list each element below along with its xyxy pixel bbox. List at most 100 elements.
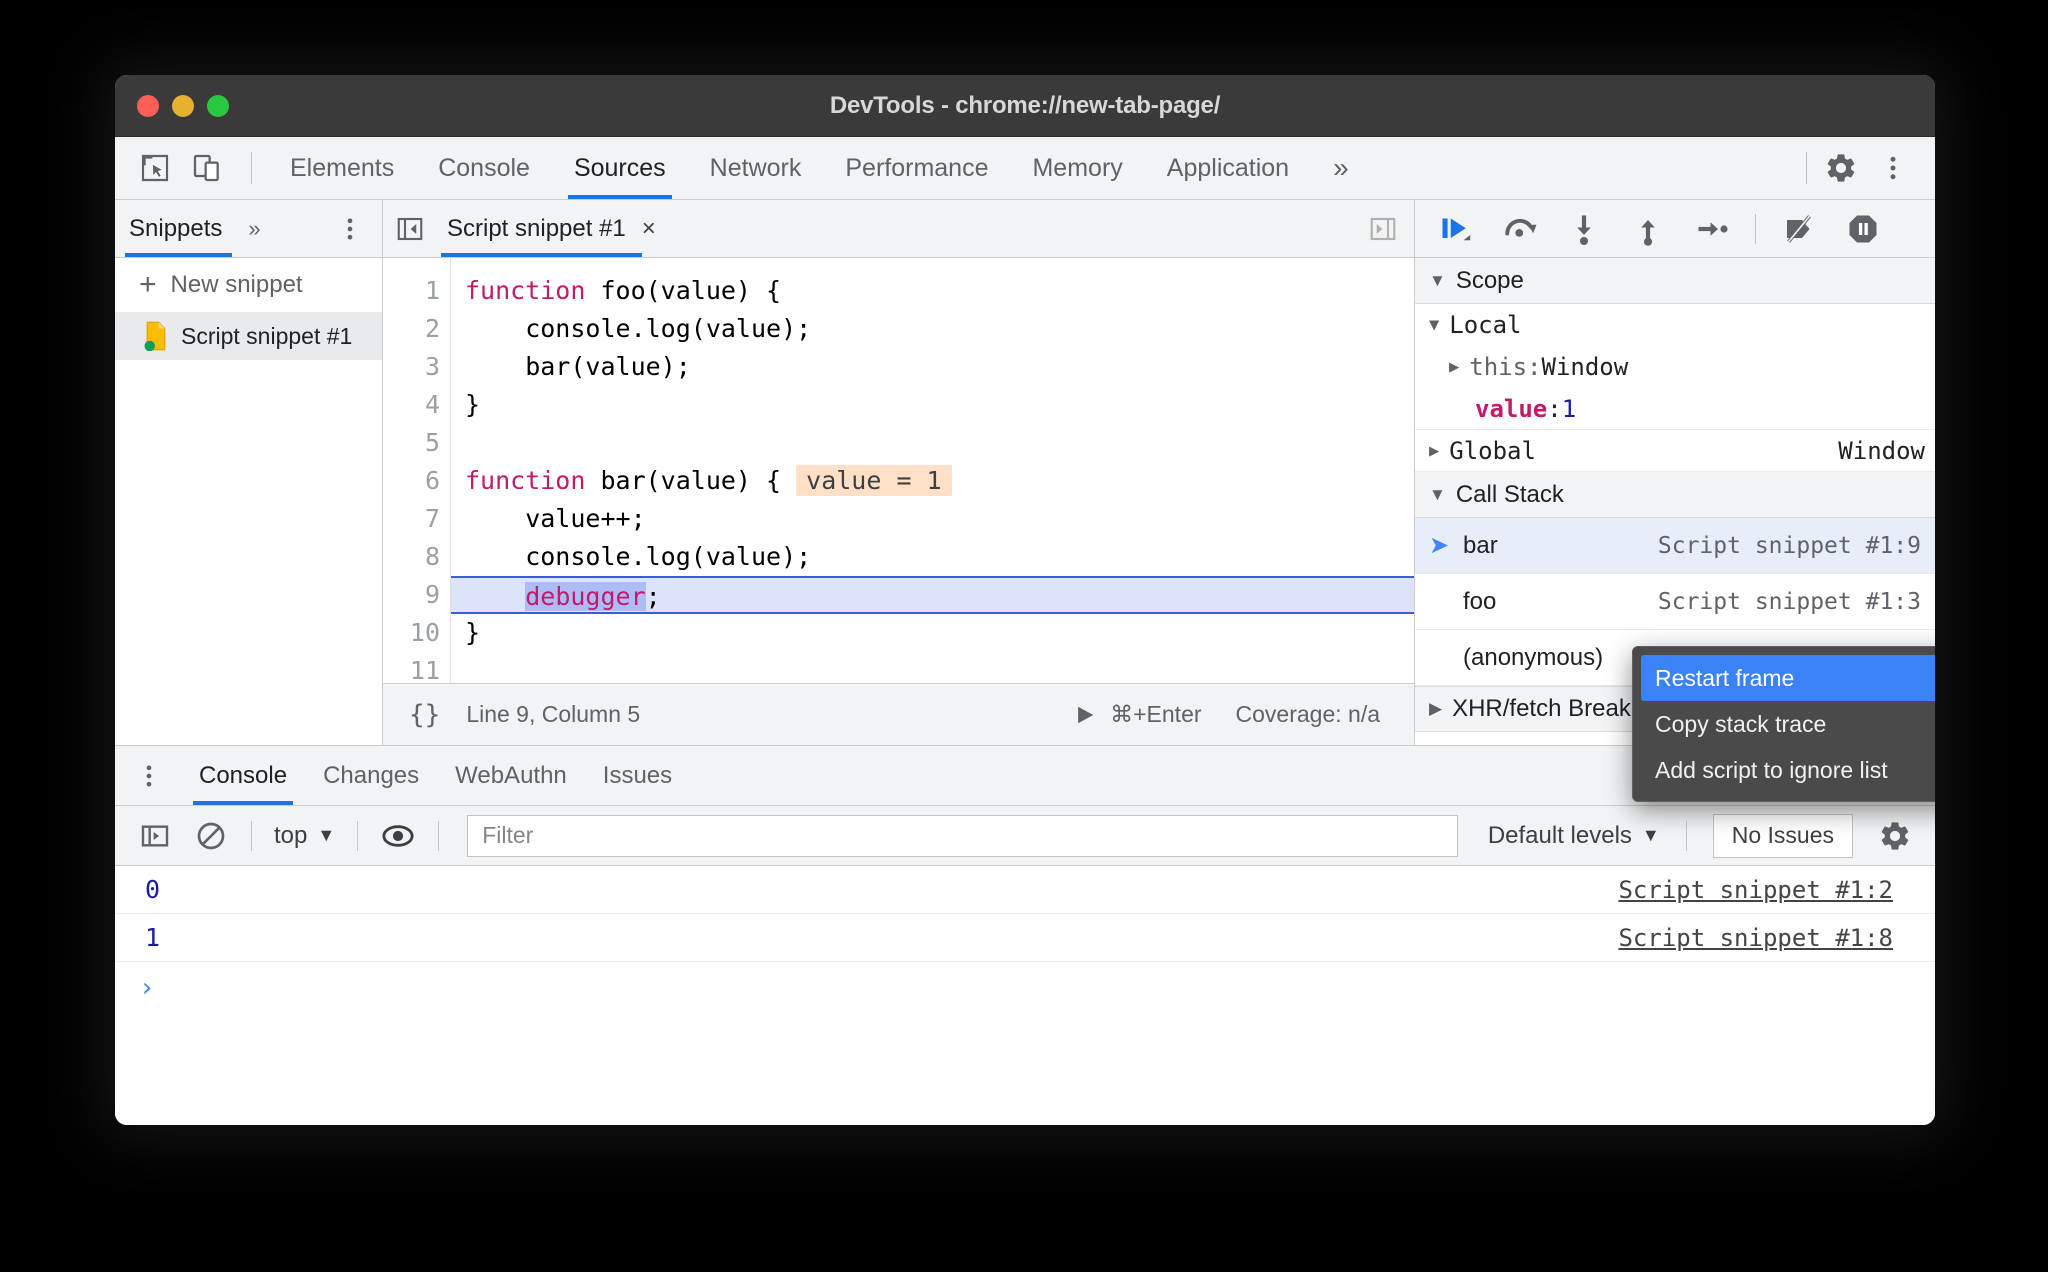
chevron-down-icon: ▼ <box>1429 270 1446 290</box>
tab-elements[interactable]: Elements <box>268 137 416 199</box>
new-snippet-button[interactable]: + New snippet <box>115 258 382 312</box>
console-message-text: 1 <box>145 923 161 952</box>
code-line[interactable]: console.log(value); <box>465 538 1414 576</box>
step-into-next-function-call-icon[interactable] <box>1557 206 1611 252</box>
close-window-button[interactable] <box>137 94 159 117</box>
drawer-tab-issues[interactable]: Issues <box>585 746 690 805</box>
minimize-window-button[interactable] <box>172 94 194 117</box>
scope-property-this[interactable]: ▶ this : Window <box>1415 346 1935 388</box>
tab-console[interactable]: Console <box>416 137 552 199</box>
code-content[interactable]: function foo(value) { console.log(value)… <box>451 258 1414 683</box>
console-toolbar: top ▼ Default levels ▼ <box>115 806 1935 866</box>
code-line[interactable]: } <box>465 386 1414 424</box>
navigator-menu-icon[interactable] <box>336 215 382 243</box>
menu-item-add-script-to-ignore-list[interactable]: Add script to ignore list <box>1641 747 1935 793</box>
run-snippet-button[interactable]: ⌘+Enter <box>1074 701 1202 728</box>
chevron-down-icon: ▼ <box>1429 315 1440 335</box>
inspect-element-icon[interactable] <box>131 146 179 190</box>
drawer-tab-console[interactable]: Console <box>181 746 305 805</box>
clear-console-icon[interactable] <box>187 814 235 858</box>
editor-tabbar: Script snippet #1 × <box>383 200 1414 258</box>
tab-sources[interactable]: Sources <box>552 137 688 199</box>
drawer-tab-changes[interactable]: Changes <box>305 746 437 805</box>
snippet-item-label: Script snippet #1 <box>181 322 353 349</box>
screenshot-root: DevTools - chrome://new-tab-page/ Elemen… <box>0 0 2048 1272</box>
more-panels-icon[interactable]: » <box>1311 137 1371 199</box>
call-stack-frame-name: (anonymous) <box>1463 643 1604 671</box>
gear-icon[interactable] <box>1871 814 1919 858</box>
chevron-down-icon: ▼ <box>1641 825 1660 845</box>
step-over-next-function-call-icon[interactable] <box>1493 206 1547 252</box>
menu-item-copy-stack-trace[interactable]: Copy stack trace <box>1641 701 1935 747</box>
code-line[interactable]: function foo(value) { <box>465 272 1414 310</box>
devtools-main-toolbar: Elements Console Sources Network Perform… <box>115 137 1935 200</box>
cursor-position: Line 9, Column 5 <box>466 701 641 727</box>
tab-network[interactable]: Network <box>688 137 824 199</box>
code-line[interactable] <box>465 424 1414 462</box>
live-expression-icon[interactable] <box>374 814 422 858</box>
scope-property-value: 1 <box>1561 394 1577 423</box>
scope-property-name: value <box>1475 394 1548 423</box>
console-message: 1 Script snippet #1:8 <box>115 914 1935 962</box>
expand-right-icon[interactable] <box>1368 214 1414 244</box>
navigator-more-tabs-icon[interactable]: » <box>238 216 270 242</box>
step-out-of-current-function-icon[interactable] <box>1621 206 1675 252</box>
tab-performance[interactable]: Performance <box>823 137 1010 199</box>
tab-application[interactable]: Application <box>1145 137 1311 199</box>
inline-value-hint: value = 1 <box>796 465 952 496</box>
line-number: 3 <box>424 352 440 381</box>
navigator-tab-snippets[interactable]: Snippets <box>115 200 236 257</box>
drawer-menu-icon[interactable] <box>131 762 181 790</box>
scope-property-value: Window <box>1541 353 1629 381</box>
console-toolbar-divider-2 <box>357 820 359 851</box>
code-editor[interactable]: 12345678910111213 function foo(value) { … <box>383 258 1414 683</box>
line-number: 1 <box>424 276 440 305</box>
drawer-tab-webauthn[interactable]: WebAuthn <box>437 746 585 805</box>
scope-group-local[interactable]: ▼ Local <box>1415 304 1935 346</box>
no-issues-button[interactable]: No Issues <box>1712 813 1853 858</box>
console-sidebar-icon[interactable] <box>131 814 179 858</box>
chevron-right-icon[interactable]: ▶ <box>1429 441 1439 461</box>
code-line-executing[interactable]: debugger; <box>451 576 1414 614</box>
code-line[interactable]: value++; <box>465 500 1414 538</box>
code-line[interactable]: function bar(value) { value = 1 <box>465 462 1414 500</box>
three-dots-vertical-icon[interactable] <box>1869 146 1917 190</box>
menu-item-restart-frame[interactable]: Restart frame <box>1641 655 1935 701</box>
list-item[interactable]: Script snippet #1 <box>115 312 382 360</box>
code-line[interactable] <box>465 652 1414 683</box>
console-toolbar-divider-4 <box>1685 820 1687 851</box>
code-line[interactable]: bar(value); <box>465 348 1414 386</box>
device-toolbar-icon[interactable] <box>183 146 231 190</box>
call-stack-context-menu: Restart frame Copy stack trace Add scrip… <box>1632 646 1935 802</box>
scope-title: Scope <box>1455 266 1524 294</box>
filter-input[interactable] <box>467 814 1458 857</box>
call-stack-frame-foo[interactable]: foo Script snippet #1:3 <box>1415 574 1935 630</box>
editor-tab-script-snippet[interactable]: Script snippet #1 × <box>437 200 664 257</box>
devtools-window: DevTools - chrome://new-tab-page/ Elemen… <box>115 75 1935 1125</box>
chevron-right-icon[interactable]: ▶ <box>1449 357 1459 377</box>
gear-icon[interactable] <box>1817 146 1865 190</box>
deactivate-breakpoints-icon[interactable] <box>1772 206 1826 252</box>
scope-group-global[interactable]: ▶ Global Window <box>1415 430 1935 472</box>
code-line[interactable]: } <box>465 614 1414 652</box>
call-stack-section-header[interactable]: ▼ Call Stack <box>1415 472 1935 518</box>
console-message-source-link[interactable]: Script snippet #1:8 <box>1618 924 1919 952</box>
execution-context-selector[interactable]: top ▼ <box>268 822 341 850</box>
close-icon[interactable]: × <box>642 215 656 243</box>
console-message-source-link[interactable]: Script snippet #1:2 <box>1618 876 1919 904</box>
chevron-down-icon: ▼ <box>1429 484 1446 504</box>
scope-section-header[interactable]: ▼ Scope <box>1415 258 1935 304</box>
code-line[interactable]: console.log(value); <box>465 310 1414 348</box>
zoom-window-button[interactable] <box>207 94 229 117</box>
resume-script-execution-icon[interactable] <box>1429 206 1483 252</box>
call-stack-frame-bar[interactable]: ➤ bar Script snippet #1:9 <box>1415 518 1935 574</box>
scope-property-value-var[interactable]: value : 1 <box>1415 388 1935 430</box>
step-icon[interactable] <box>1685 206 1739 252</box>
scope-property-sep: : <box>1547 394 1562 423</box>
pretty-print-icon[interactable]: {} <box>383 700 466 730</box>
pause-on-exceptions-icon[interactable] <box>1836 206 1890 252</box>
log-levels-selector[interactable]: Default levels ▼ <box>1478 822 1670 850</box>
console-prompt[interactable]: › <box>115 962 1935 1014</box>
collapse-left-icon[interactable] <box>383 214 437 244</box>
tab-memory[interactable]: Memory <box>1010 137 1144 199</box>
